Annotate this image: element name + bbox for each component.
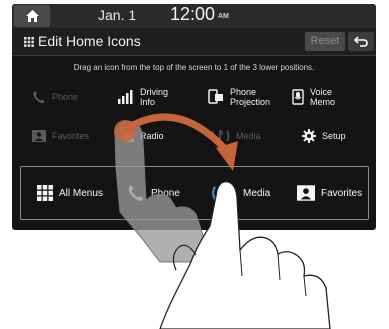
bottom-slot-all-menus[interactable]: All Menus [37,167,103,219]
top-icon-driving-info[interactable]: Driving Info [118,87,180,107]
favorites-icon [297,185,315,201]
top-icon-label: Setup [322,131,346,141]
radio-icon [124,133,134,142]
phone-icon [33,91,45,104]
bottom-slot-phone[interactable]: Phone [127,167,180,219]
page-title: Edit Home Icons [38,33,141,49]
bottom-slot-label: Phone [151,187,180,199]
top-icon-phone-projection[interactable]: Phone Projection [208,87,278,107]
top-icon-label: Favorites [52,131,90,141]
back-button[interactable] [348,32,374,51]
top-icon-media[interactable]: Media [210,129,261,143]
grid-icon [24,37,34,47]
top-icon-setup[interactable]: Setup [302,129,346,143]
top-icon-label: Voice Memo [310,87,336,107]
top-icon-radio[interactable]: Radio [124,130,164,142]
phone-icon [128,185,144,201]
gear-icon [302,129,316,143]
top-icon-phone[interactable]: Phone [32,90,78,104]
bottom-slot-favorites[interactable]: Favorites [297,167,362,219]
top-icon-favorites[interactable]: Favorites [32,130,89,142]
media-icon [212,184,236,200]
favorites-icon [32,130,46,142]
phone-projection-icon [208,89,223,104]
top-icon-label: Radio [140,131,164,141]
date-text: Jan. 1 [98,7,137,23]
status-bar: Jan. 1 12:00 AM [12,4,376,28]
ampm-text: AM [218,13,229,20]
instruction-text: Drag an icon from the top of the screen … [73,63,315,72]
home-icon [25,10,39,22]
top-icon-voice-memo[interactable]: Voice Memo [292,87,344,107]
home-button[interactable] [14,5,50,27]
top-icon-label: Phone [52,92,79,102]
top-icon-label: Phone Projection [230,87,271,107]
all-menus-icon [37,185,53,201]
bottom-slot-media[interactable]: Media [211,167,270,219]
top-icon-label: Media [236,131,261,141]
title-bar: Edit Home Icons Reset [12,28,376,56]
reset-button[interactable]: Reset [305,32,345,51]
clock-text: 12:00 [170,4,216,24]
top-icon-label: Driving Info [140,87,169,107]
voice-memo-icon [292,89,304,105]
bottom-slots-panel: All Menus Phone Media Favorites [20,166,369,220]
bottom-slot-label: Media [243,187,271,199]
bottom-slot-label: All Menus [59,187,103,199]
bar-chart-icon [118,90,133,104]
bottom-slot-label: Favorites [321,187,363,199]
media-icon [210,129,230,142]
back-arrow-icon [354,36,368,47]
head-unit-screen: Jan. 1 12:00 AM Edit Home Icons Reset Dr… [12,4,376,230]
